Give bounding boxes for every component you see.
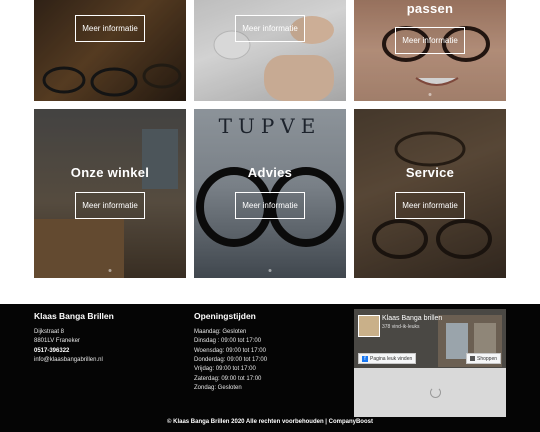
footer-copyright: © Klaas Banga Brillen 2020 Alle rechten …	[167, 419, 373, 425]
hours-thursday: Donderdag: 09:00 tot 17:00	[194, 357, 268, 363]
facebook-widget[interactable]: Klaas Banga brillen 378 vind-ik-leuks f …	[354, 309, 506, 417]
facebook-page-avatar[interactable]	[358, 315, 380, 337]
tile-advies-title: Advies	[247, 165, 293, 180]
shopping-bag-icon	[470, 356, 475, 361]
tile-onze-winkel[interactable]: Onze winkel Meer informatie	[34, 109, 186, 278]
hours-sunday: Zondag: Gesloten	[194, 385, 242, 391]
footer-email[interactable]: info@klaasbangabrillen.nl	[34, 357, 103, 363]
tile-2-more-info-button[interactable]: Meer informatie	[235, 15, 305, 42]
tile-3-indicator	[428, 93, 432, 96]
footer-city: 8801LV Franeker	[34, 338, 80, 344]
tile-3[interactable]: passen Meer informatie	[354, 0, 506, 101]
tile-1[interactable]: Meer informatie	[34, 0, 186, 101]
loading-spinner-icon	[430, 387, 441, 398]
facebook-f-icon: f	[362, 355, 368, 362]
tile-onze-winkel-title: Onze winkel	[70, 165, 150, 180]
facebook-likes-count: 378 vind-ik-leuks	[382, 324, 420, 330]
tile-onze-winkel-more-info-button[interactable]: Meer informatie	[75, 192, 145, 219]
shop-window-left	[446, 323, 468, 359]
hours-tuesday: Dinsdag : 09:00 tot 17:00	[194, 338, 262, 344]
tile-2[interactable]: Meer informatie	[194, 0, 346, 101]
tile-service[interactable]: Service Meer informatie	[354, 109, 506, 278]
footer-phone[interactable]: 0517-396322	[34, 348, 69, 354]
hours-wednesday: Woensdag: 09:00 tot 17:00	[194, 348, 266, 354]
site-footer: Klaas Banga Brillen Dijkstraat 8 8801LV …	[0, 304, 540, 432]
tile-3-more-info-button[interactable]: Meer informatie	[395, 27, 465, 54]
tile-advies[interactable]: TUPVE Advies Meer informatie	[194, 109, 346, 278]
tile-1-more-info-button[interactable]: Meer informatie	[75, 15, 145, 42]
facebook-like-label: Pagina leuk vinden	[370, 355, 413, 362]
footer-address: Dijkstraat 8	[34, 329, 65, 335]
tile-5-indicator	[268, 269, 272, 272]
tile-service-more-info-button[interactable]: Meer informatie	[395, 192, 465, 219]
tile-4-indicator	[108, 269, 112, 272]
facebook-page-name[interactable]: Klaas Banga brillen	[382, 315, 442, 322]
tile-advies-more-info-button[interactable]: Meer informatie	[235, 192, 305, 219]
footer-hours-heading: Openingstijden	[194, 311, 256, 321]
facebook-shop-button[interactable]: Shoppen	[466, 353, 502, 364]
facebook-shop-label: Shoppen	[477, 355, 498, 362]
hours-saturday: Zaterdag: 09:00 tot 17:00	[194, 376, 262, 382]
footer-company-heading: Klaas Banga Brillen	[34, 311, 114, 321]
facebook-like-button[interactable]: f Pagina leuk vinden	[358, 353, 417, 364]
hours-monday: Maandag: Gesloten	[194, 329, 247, 335]
tile-3-title: passen	[406, 1, 454, 16]
tile-service-title: Service	[405, 165, 455, 180]
hours-friday: Vrijdag: 09:00 tot 17:00	[194, 366, 256, 372]
